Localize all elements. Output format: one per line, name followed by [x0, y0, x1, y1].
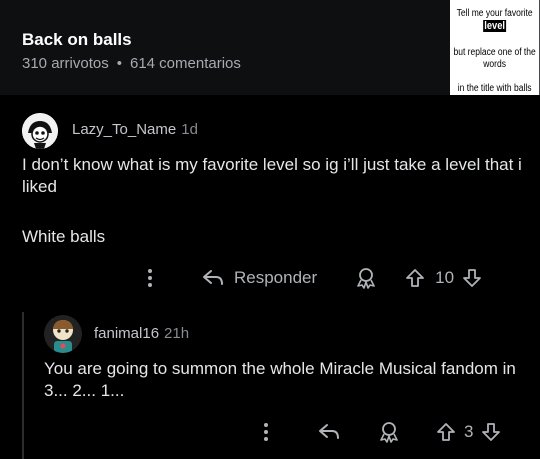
vote-count: 10 — [435, 268, 455, 287]
comment-count: 614 comentarios — [129, 55, 241, 72]
avatar[interactable] — [22, 113, 58, 149]
author-name[interactable]: Lazy_To_Name — [72, 121, 176, 138]
downvote-icon[interactable] — [462, 268, 482, 288]
award-icon[interactable] — [355, 267, 377, 289]
comment-body: I don’t know what is my favorite level s… — [22, 155, 522, 196]
upvote-icon[interactable] — [405, 268, 425, 288]
thumbnail-line-3: in the title with balls — [457, 83, 532, 94]
post-header[interactable]: Back on balls 310 arrivotos • 614 comentar… — [0, 0, 540, 95]
comment-author[interactable]: Lazy_To_Name 1d — [72, 121, 198, 138]
more-icon[interactable] — [140, 266, 160, 290]
thumbnail-highlight: level — [483, 20, 506, 32]
thumbnail-line-1: Tell me your favorite level — [450, 8, 539, 33]
reply-button[interactable]: Responder — [202, 268, 317, 288]
separator-dot: • — [116, 55, 122, 72]
comment-actions: Responder 10 — [140, 264, 482, 292]
author-name[interactable]: fanimal16 — [94, 325, 159, 342]
post-thumbnail[interactable]: Tell me your favorite level but replace … — [450, 0, 540, 95]
upvote-count: 310 arrivotos — [22, 55, 109, 72]
comment-body-2: White balls — [22, 227, 106, 246]
comment-time: 21h — [164, 325, 190, 342]
thumbnail-text: Tell me your favorite — [456, 8, 533, 19]
post-title[interactable]: Back on balls — [22, 30, 132, 50]
reply-icon[interactable] — [318, 423, 340, 441]
avatar[interactable] — [44, 315, 82, 353]
award-icon[interactable] — [378, 421, 400, 443]
reply-icon — [202, 269, 224, 287]
more-icon[interactable] — [256, 420, 276, 444]
downvote-icon[interactable] — [481, 422, 501, 442]
comment-time: 1d — [181, 121, 198, 138]
thumbnail-line-2: but replace one of the words — [453, 47, 536, 70]
vote-count: 3 — [464, 422, 474, 441]
comment-author[interactable]: fanimal16 21h — [94, 325, 189, 342]
avatar-icon — [22, 113, 58, 149]
avatar-icon — [44, 315, 82, 353]
upvote-icon[interactable] — [436, 422, 456, 442]
comment-actions: 3 — [256, 418, 501, 446]
comment-body: You are going to summon the whole Miracl… — [44, 359, 516, 400]
reply-label: Responder — [234, 268, 318, 287]
thread-line[interactable] — [22, 312, 24, 459]
post-meta: 310 arrivotos • 614 comentarios — [22, 55, 241, 72]
